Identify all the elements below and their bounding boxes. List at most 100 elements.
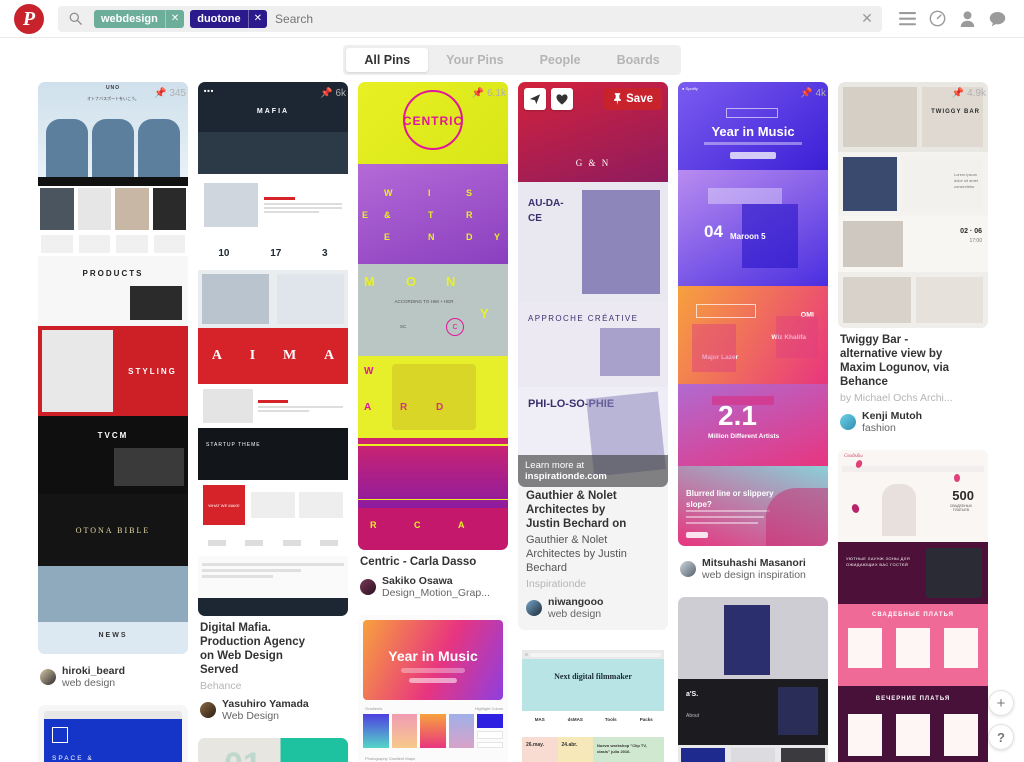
pin-art-logos: [198, 530, 348, 556]
author-name: Kenji Mutoh: [862, 410, 923, 422]
avatar: [40, 669, 56, 685]
pin-image[interactable]: a'S. About: [678, 597, 828, 762]
pin-image[interactable]: Save G & N AU-DA-CE APPROCHE CRÉATIVE PH…: [518, 82, 668, 487]
pin-image[interactable]: UNO オトナバスポートをいこう。 PRODUCTS STYLING TVCM: [38, 82, 188, 654]
pin-author[interactable]: niwangooo web design: [526, 596, 660, 620]
pin-art-approche: APPROCHE CRÉATIVE: [518, 302, 668, 387]
pin-image[interactable]: ● Spotify Year in Music 04 Maroon 5 OMI …: [678, 82, 828, 546]
pin-art-band: R C A: [358, 508, 508, 550]
pin-art-gn: G & N: [575, 158, 611, 168]
pin-card-gauthier[interactable]: Save G & N AU-DA-CE APPROCHE CRÉATIVE PH…: [518, 82, 668, 630]
pin-art-row: 02 · 06 17:00: [838, 216, 988, 272]
search-tag-label: webdesign: [101, 12, 158, 25]
pin-image[interactable]: Свадьбы 500 СВАДЕБНЫХ ПЛАТЬЕВ УЮТНЫЕ ЛАУ…: [838, 450, 988, 762]
tab-all-pins[interactable]: All Pins: [346, 48, 429, 72]
pin-art-lounge: УЮТНЫЕ ЛАУНЖ ЗОНЫ ДЛЯ ОЖИДАЮЩИХ ВАС ГОСТ…: [838, 542, 988, 604]
search-tag-duotone[interactable]: duotone ✕: [190, 9, 268, 28]
compass-icon[interactable]: [922, 4, 952, 34]
pin-card-spotify[interactable]: ● Spotify Year in Music 04 Maroon 5 OMI …: [678, 82, 828, 581]
pin-art-stat-value: 2.1: [718, 400, 757, 431]
profile-icon[interactable]: [952, 4, 982, 34]
pin-art-photomaps-label: Photography Gradient Maps: [365, 756, 416, 761]
pin-card-next-filmmaker[interactable]: Next digital filmmaker MAS dsMAS Tools P…: [518, 646, 668, 762]
save-button[interactable]: Save: [604, 88, 662, 110]
repin-count: 📌 4.9k: [951, 88, 986, 99]
pin-art-browser-bar: [522, 650, 664, 659]
pin-image[interactable]: 01 PHOTOGRAPHY: [198, 738, 348, 762]
pin-art-stat: 2.1 Million Different Artists: [678, 384, 828, 466]
pin-card-mitsuhashi-dark[interactable]: a'S. About: [678, 597, 828, 762]
author-name: Yasuhiro Yamada: [222, 698, 309, 710]
pin-card-year-in-music-style[interactable]: Year in Music Gradients Highlight Colors…: [358, 615, 508, 762]
search-input[interactable]: [275, 11, 854, 26]
close-icon[interactable]: ✕: [164, 9, 184, 28]
send-icon[interactable]: [524, 88, 546, 110]
pin-card-space-expo[interactable]: SPACE & AVIATION EXPO 20.06. — 24.06.07.…: [38, 705, 188, 762]
pin-author[interactable]: Mitsuhashi Masanori web design inspirati…: [680, 557, 826, 581]
pin-art-band: W A R D: [358, 356, 508, 438]
search-tag-label: duotone: [197, 12, 241, 25]
author-name: niwangooo: [548, 596, 604, 608]
pin-image[interactable]: Next digital filmmaker MAS dsMAS Tools P…: [518, 646, 668, 762]
pin-art-band: E W & E I T N S R D Y: [358, 164, 508, 264]
pin-meta: 📌 3k Gauthier & Nolet Architectes by Jus…: [518, 92, 668, 630]
pin-art-highlight-label: Highlight Colors: [474, 706, 503, 711]
pin-art-news: NEWS: [38, 566, 188, 654]
pin-card-photography[interactable]: 01 PHOTOGRAPHY: [198, 738, 348, 762]
pin-art-section: [198, 174, 348, 236]
col-label: Tools: [604, 717, 617, 722]
pin-card-twiggy[interactable]: TWIGGY BAR Lorem ipsum dolor sit amet cons…: [838, 82, 988, 434]
repin-count: 📌 345: [154, 88, 186, 99]
pin-card-wedding[interactable]: Свадьбы 500 СВАДЕБНЫХ ПЛАТЬЕВ УЮТНЫЕ ЛАУ…: [838, 450, 988, 762]
pin-title: Centric - Carla Dasso: [360, 556, 477, 568]
pin-grid[interactable]: UNO オトナバスポートをいこう。 PRODUCTS STYLING TVCM: [0, 82, 1024, 762]
search-bar[interactable]: webdesign ✕ duotone ✕ ✕: [58, 5, 882, 32]
clear-search-icon[interactable]: ✕: [854, 10, 880, 27]
pin-art-title1: SPACE &: [52, 755, 94, 762]
pin-art-artists: 04 Maroon 5: [678, 170, 828, 286]
pin-image[interactable]: TWIGGY BAR Lorem ipsum dolor sit amet cons…: [838, 82, 988, 328]
author-board: web design inspiration: [702, 569, 806, 581]
pin-card-digital-mafia[interactable]: ■■■ MAFIA 10 17 3 AIMA STARTUP THEME WHA…: [198, 82, 348, 722]
pin-card-uno[interactable]: UNO オトナバスポートをいこう。 PRODUCTS STYLING TVCM: [38, 82, 188, 689]
messages-icon[interactable]: [982, 4, 1012, 34]
pin-art-bible-label: OTONA BIBLE: [75, 525, 151, 535]
pin-art-count: 500: [952, 488, 974, 503]
pin-image[interactable]: Year in Music Gradients Highlight Colors…: [358, 615, 508, 762]
col-label: dsMAS: [567, 717, 583, 722]
workshop-label: Nuevo workshop "Clip TV, clasis" julio 2…: [593, 737, 664, 762]
pin-art-brand: CENTRIC: [402, 114, 464, 128]
learn-more-overlay[interactable]: Learn more at inspirationde.com: [518, 455, 668, 487]
pinterest-logo[interactable]: P: [14, 3, 44, 34]
pin-author[interactable]: Yasuhiro Yamada Web Design: [200, 698, 346, 722]
pin-image[interactable]: SPACE & AVIATION EXPO 20.06. — 24.06.07.…: [38, 705, 188, 762]
pin-image[interactable]: CENTRIC E W & E I T N S R D Y M O N Y AC…: [358, 82, 508, 550]
pin-art-headline: Blurred line or slippery slope?: [686, 489, 774, 509]
pin-author[interactable]: hiroki_beard web design: [40, 665, 186, 689]
pin-art-section: [198, 384, 348, 428]
pin-image[interactable]: ■■■ MAFIA 10 17 3 AIMA STARTUP THEME WHA…: [198, 82, 348, 616]
pin-author[interactable]: Kenji Mutoh fashion: [840, 410, 986, 434]
hamburger-menu-icon[interactable]: [892, 4, 922, 34]
pin-source: Inspirationde: [526, 578, 587, 590]
pin-author[interactable]: Sakiko Osawa Design_Motion_Grap...: [360, 575, 506, 599]
pin-meta: 📌 4k Mitsuhashi Masanori web design insp…: [678, 88, 828, 581]
search-tag-webdesign[interactable]: webdesign ✕: [94, 9, 185, 28]
pin-art-brand: TWIGGY BAR: [931, 109, 980, 115]
pin-column: UNO オトナバスポートをいこう。 PRODUCTS STYLING TVCM: [38, 82, 188, 762]
search-icon: [62, 12, 88, 25]
tab-people[interactable]: People: [522, 48, 599, 72]
tab-boards[interactable]: Boards: [599, 48, 678, 72]
avatar: [360, 579, 376, 595]
pin-art-dark: a'S. About: [678, 679, 828, 745]
close-icon[interactable]: ✕: [247, 9, 267, 28]
add-pin-button[interactable]: +: [988, 690, 1014, 716]
heart-icon[interactable]: [551, 88, 573, 110]
tab-your-pins[interactable]: Your Pins: [428, 48, 521, 72]
pin-title: Twiggy Bar - alternative view by Maxim L…: [840, 334, 950, 388]
pin-card-centric[interactable]: CENTRIC E W & E I T N S R D Y M O N Y AC…: [358, 82, 508, 599]
help-button[interactable]: ?: [988, 724, 1014, 750]
pin-art-title: Year in Music: [711, 124, 795, 139]
pin-art-section2-label: ВЕЧЕРНИЕ ПЛАТЬЯ: [875, 696, 951, 702]
col-label: Packs: [639, 717, 653, 722]
